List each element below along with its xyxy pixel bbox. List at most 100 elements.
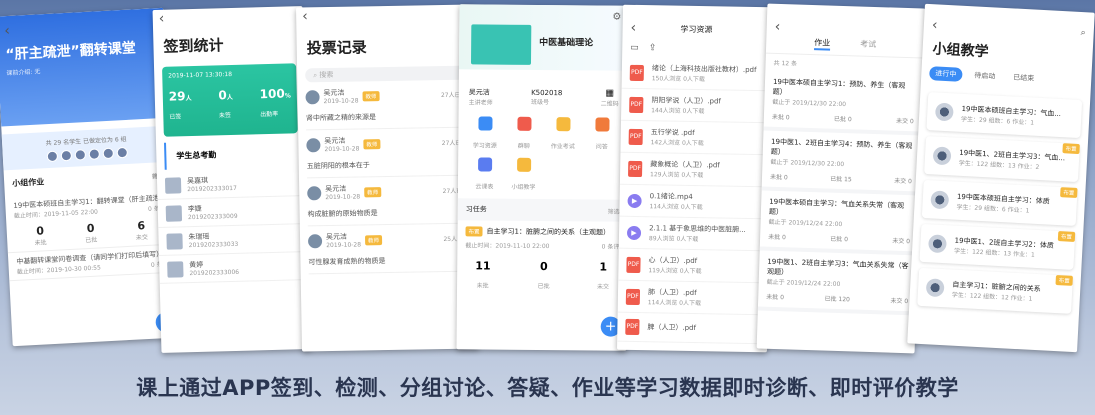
qr-icon: ▦	[605, 88, 615, 99]
function-grid: 学习资源 群聊 作业考试 问答 云课表 小组教学	[458, 110, 629, 199]
folder-icon[interactable]: ▭	[630, 43, 639, 53]
group-avatar-icon	[934, 102, 954, 122]
resource-item[interactable]: PDF 绪论（上海科技出版社教材）.pdf 150人浏览 0人下载	[621, 56, 773, 92]
course-name: 中医基础理论	[539, 37, 594, 49]
pdf-icon: PDF	[629, 64, 644, 81]
assign-badge: 布置	[1062, 143, 1080, 155]
group-avatar-icon	[925, 278, 945, 298]
vote-question: 五脏阴阳的根本在于	[306, 161, 370, 171]
vote-item[interactable]: 吴元洁 2019-10-28 教师 25人已投 可性腺发育成熟的物质是	[307, 229, 470, 275]
screen-attendance: ‹ 签到统计 2019-11-07 13:30:18 29人 已签 0人 未签 10…	[152, 6, 312, 353]
avatar	[102, 147, 114, 160]
grid-item-resources[interactable]: 学习资源	[466, 116, 503, 151]
assign-badge: 布置	[1055, 275, 1073, 286]
screen-learning-resources: ‹ 学习资源 ▭ ⇪ PDF 绪论（上海科技出版社教材）.pdf 150人浏览 0人下…	[617, 4, 773, 353]
tab-homework[interactable]: 作业	[814, 37, 831, 51]
page-title: 学习资源	[680, 24, 713, 34]
group-card[interactable]: 布置 19中医1、2班自主学习3：气血... 学生：122 组数：13 作业：2	[924, 136, 1080, 182]
resource-item[interactable]: PDF 阴阳学说（人卫）.pdf 144人浏览 0人下载	[620, 88, 772, 124]
group-icon	[516, 157, 531, 172]
screen-vote-records: ‹ 投票记录 ⌕ 搜索 吴元洁 2019-10-28 教师 27人已投 肾中所藏之精…	[296, 4, 479, 352]
teacher-badge: 教师	[363, 138, 381, 149]
assign-badge: 布置	[1057, 231, 1076, 242]
screen-group-teaching: ‹ ⌕ 小组教学 进行中 待启动 已结束 19中医本硕班自主学习：气血... 学生…	[907, 3, 1095, 353]
assign-badge: 布置	[465, 226, 483, 237]
teacher-badge: 教师	[362, 90, 380, 101]
screen-homework-list: ‹ 作业 考试 共 12 条 19中医本硕自主学习1：预防、养生（客观题） 截止…	[756, 3, 926, 354]
resource-item[interactable]: PDF 肺（人卫）.pdf 114人浏览 0人下载	[617, 280, 769, 316]
page-title: 投票记录	[306, 38, 367, 58]
back-icon[interactable]: ‹	[931, 17, 937, 33]
grid-item-schedule[interactable]: 云课表	[466, 157, 503, 192]
chip-pending[interactable]: 待启动	[968, 68, 1002, 84]
filter-button[interactable]: 筛选	[608, 206, 620, 215]
avatar	[115, 146, 128, 159]
task-card[interactable]: 布置 自主学习1：脏腑之间的关系（主观题） 截止时间：2019-11-10 22:…	[457, 220, 628, 298]
resource-item[interactable]: ▶ 0.1绪论.mp4 114人浏览 0人下载	[619, 184, 770, 220]
teacher-badge: 教师	[364, 234, 383, 245]
homework-item[interactable]: 19中医1、2班自主学习4：预防、养生（客观题） 截止于 2019/12/30 …	[761, 130, 922, 196]
search-icon[interactable]: ⌕	[1080, 28, 1086, 38]
resource-item[interactable]: PDF 脾（人卫）.pdf	[617, 312, 768, 345]
student-row[interactable]: 黄婷 2019202333006	[158, 252, 310, 284]
avatar	[46, 150, 58, 163]
avatar	[306, 137, 321, 152]
back-icon[interactable]: ‹	[630, 20, 636, 36]
resource-item[interactable]: PDF 藏象概论（人卫）.pdf 129人浏览 0人下载	[619, 152, 771, 188]
vote-question: 可性腺发育成熟的物质是	[308, 257, 386, 267]
group-card[interactable]: 布置 自主学习1：脏腑之间的关系 学生：122 组数：12 作业：1	[917, 268, 1073, 314]
group-avatar-icon	[932, 146, 952, 166]
group-avatar-icon	[928, 234, 947, 254]
vote-item[interactable]: 吴元洁 2019-10-28 教师 27人已投 五脏阴阳的根本在于	[306, 133, 468, 179]
vote-question: 肾中所藏之精的来源是	[305, 113, 377, 123]
slide-caption: 课上通过APP签到、检测、分组讨论、答疑、作业等学习数据即时诊断、即时评价教学	[136, 376, 959, 400]
student-row[interactable]: 吴嘉琪 2019202333017	[156, 168, 308, 200]
group-card[interactable]: 布置 19中医本硕班自主学习：体质 学生：29 组数：6 作业：1	[922, 180, 1078, 226]
student-row[interactable]: 李婕 2019202333009	[157, 196, 309, 228]
pdf-icon: PDF	[629, 96, 644, 113]
teacher-badge: 教师	[364, 186, 382, 197]
qr-code-button[interactable]: ▦ 二维码	[601, 89, 619, 108]
task-card[interactable]: 19中医本硕班自主学习1：翻转课堂（肝主疏泄） 截止时间：2019-11-05 …	[4, 188, 176, 254]
calendar-icon	[477, 157, 492, 172]
grid-item-chat[interactable]: 群聊	[505, 116, 542, 152]
avatar	[60, 149, 72, 162]
homework-item[interactable]: 19中医本硕自主学习：气血关系失常（客观题） 截止于 2019/12/24 22…	[759, 190, 920, 256]
vote-item[interactable]: 吴元洁 2019-10-28 教师 27人已投 构成脏腑的原始物质是	[307, 181, 469, 227]
chip-in-progress[interactable]: 进行中	[929, 66, 963, 82]
homework-item[interactable]: 19中医1、2班自主学习3：气血关系失常（客观题） 截止于 2019/12/24…	[757, 250, 918, 316]
page-title: 签到统计	[163, 36, 224, 56]
homework-item[interactable]: 19中医本硕自主学习1：预防、养生（客观题） 截止于 2019/12/30 22…	[763, 70, 924, 136]
tab-exam[interactable]: 考试	[860, 39, 876, 52]
group-card[interactable]: 布置 19中医1、2班自主学习2：体质 学生：122 组数：13 作业：1	[919, 224, 1076, 270]
group-card[interactable]: 19中医本硕班自主学习：气血... 学生：29 组数：6 作业：1	[926, 92, 1082, 138]
chat-icon	[516, 116, 532, 131]
assign-badge: 布置	[1060, 187, 1078, 199]
pdf-icon: PDF	[628, 128, 643, 145]
play-icon: ▶	[627, 193, 642, 208]
course-banner: ⚙ 中医基础理论	[458, 4, 630, 71]
avatar	[166, 232, 183, 250]
question-icon	[594, 117, 610, 132]
section-header: 习任务	[465, 205, 487, 214]
resource-item[interactable]: PDF 心（人卫）.pdf 119人浏览 0人下载	[618, 248, 769, 284]
book-icon	[477, 116, 493, 131]
avatar	[164, 176, 182, 194]
avatar	[167, 260, 184, 278]
course-cover	[470, 24, 532, 65]
resource-item[interactable]: ▶ 2.1.1 基于象思维的中医脏腑... 89人浏览 0人下载	[618, 216, 770, 252]
checkin-time: 2019-11-07 13:30:18	[168, 70, 233, 80]
grid-item-group[interactable]: 小组教学	[505, 157, 542, 193]
back-icon[interactable]: ‹	[4, 16, 157, 39]
chip-finished[interactable]: 已结束	[1007, 70, 1041, 86]
grid-item-qa[interactable]: 问答	[583, 117, 620, 152]
back-icon[interactable]: ‹	[774, 19, 780, 35]
search-input[interactable]: ⌕ 搜索	[305, 65, 467, 83]
resource-item[interactable]: PDF 五行学说 .pdf 142人浏览 0人下载	[620, 120, 771, 156]
settings-icon[interactable]: ⚙	[612, 12, 621, 23]
vote-item[interactable]: 吴元洁 2019-10-28 教师 27人已投 肾中所藏之精的来源是	[305, 85, 468, 131]
avatar	[88, 148, 100, 160]
student-row[interactable]: 朱瑞瑶 2019202333033	[158, 224, 309, 256]
upload-icon[interactable]: ⇪	[649, 43, 657, 53]
grid-item-homework[interactable]: 作业考试	[544, 117, 581, 152]
